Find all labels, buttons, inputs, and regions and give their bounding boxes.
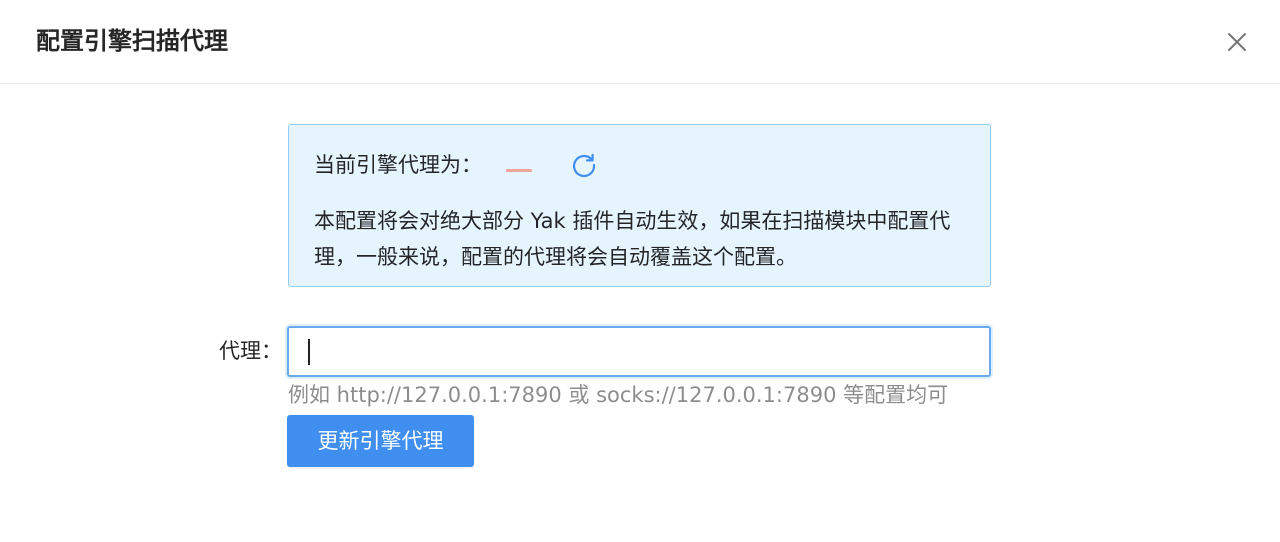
- update-proxy-button[interactable]: 更新引擎代理: [287, 415, 474, 467]
- modal-header: 配置引擎扫描代理: [0, 0, 1280, 84]
- alert-description: 本配置将会对绝大部分 Yak 插件自动生效，如果在扫描模块中配置代理，一般来说，…: [314, 209, 951, 269]
- modal-title: 配置引擎扫描代理: [36, 27, 228, 55]
- info-alert: 当前引擎代理为： 本配置将会对绝大部分 Yak 插件自动生效，如果在扫描模块中配…: [288, 124, 991, 287]
- close-icon[interactable]: [1220, 25, 1254, 59]
- proxy-field-label: 代理：: [219, 339, 282, 363]
- proxy-input-wrapper[interactable]: [287, 326, 991, 377]
- refresh-icon[interactable]: [570, 151, 598, 179]
- current-proxy-label: 当前引擎代理为：: [314, 153, 482, 177]
- proxy-help-text: 例如 http://127.0.0.1:7890 或 socks://127.0…: [288, 383, 949, 407]
- current-proxy-value: [506, 168, 532, 172]
- proxy-config-modal: 配置引擎扫描代理 当前引擎代理为： 本配置将会对绝大部分 Yak 插件自动生效，…: [0, 0, 1280, 542]
- text-caret: [308, 339, 310, 365]
- proxy-input[interactable]: [289, 328, 989, 375]
- current-proxy-row: 当前引擎代理为：: [314, 151, 598, 179]
